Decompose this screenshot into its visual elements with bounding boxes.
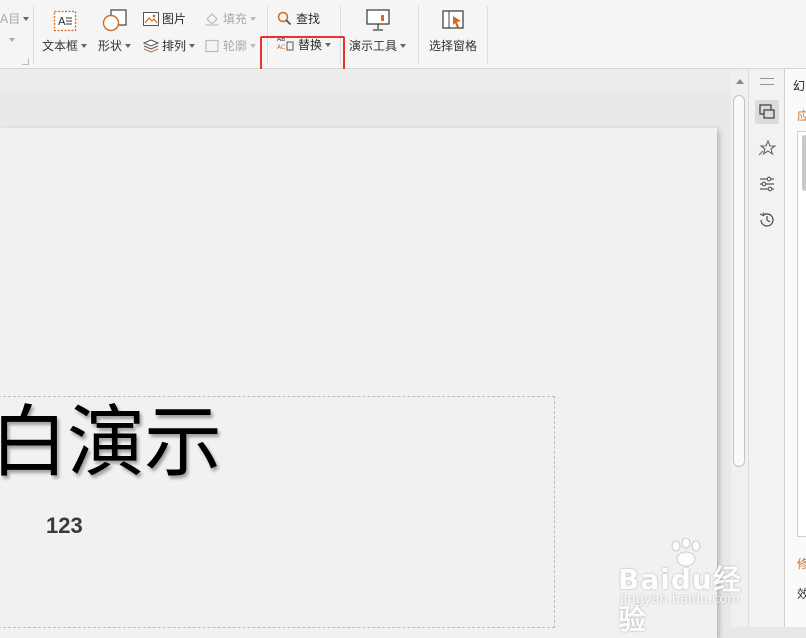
shape-label: 形状 [98, 39, 123, 53]
scrollbar-thumb[interactable] [733, 95, 745, 467]
selection-pane-icon [440, 8, 466, 32]
task-pane-scroll-thumb[interactable] [802, 135, 806, 191]
arrange-icon [143, 38, 159, 53]
textbox-button[interactable]: A 文本框 [42, 8, 88, 54]
watermark-url: jingyan.baidu.com [620, 592, 740, 607]
task-pane-title: 幻 [793, 79, 806, 93]
slide-subtitle[interactable]: 123 [46, 513, 83, 539]
task-pane: 幻 应 修 效 [784, 69, 806, 627]
presentation-tools-label: 演示工具 [349, 39, 398, 53]
partial-left-label: A目 [0, 12, 21, 26]
baidu-watermark: Baidu经验 jingyan.baidu.com [618, 538, 768, 636]
shape-button[interactable]: 形状 [98, 8, 132, 54]
task-pane-item: 效 [797, 585, 806, 602]
arrange-label: 排列 [162, 39, 187, 53]
textbox-icon: A [53, 8, 77, 32]
slide-title[interactable]: 白演示 [0, 393, 222, 493]
ribbon-divider [487, 6, 488, 64]
group-launcher-icon[interactable] [22, 58, 29, 65]
textbox-label: 文本框 [42, 39, 79, 53]
presentation-tools-button[interactable]: 演示工具 [349, 8, 407, 54]
chevron-down-icon [250, 43, 257, 48]
selection-pane-button[interactable]: 选择窗格 [429, 8, 477, 54]
settings-sliders-icon[interactable] [755, 172, 779, 196]
partial-left-dropdown[interactable] [6, 38, 15, 42]
shape-icon [101, 8, 129, 32]
ribbon-divider [418, 6, 419, 64]
ribbon-toolbar: A目 A 文本框 形状 图片 排列 填充 轮廓 查找 AB AC 替换 演示工具… [0, 0, 806, 69]
outline-icon [204, 39, 220, 53]
fill-icon [204, 12, 220, 26]
slide-switch-icon[interactable] [755, 100, 779, 124]
history-icon[interactable] [755, 208, 779, 232]
search-icon [277, 11, 292, 26]
animation-icon[interactable] [755, 136, 779, 160]
chevron-down-icon [250, 16, 257, 21]
svg-text:A: A [58, 15, 66, 28]
chevron-down-icon [81, 43, 88, 48]
picture-button[interactable]: 图片 [143, 10, 186, 27]
chevron-down-icon [400, 43, 407, 48]
canvas-header [0, 69, 731, 93]
outline-button[interactable]: 轮廓 [204, 37, 257, 54]
scroll-up-icon[interactable] [736, 79, 744, 84]
task-pane-section-modify: 修 [797, 555, 806, 572]
task-pane-list[interactable] [797, 131, 806, 537]
partial-left-button[interactable]: A目 [0, 10, 30, 27]
fill-button[interactable]: 填充 [204, 10, 257, 27]
find-button[interactable]: 查找 [277, 10, 320, 27]
presentation-tools-icon [365, 8, 391, 32]
ribbon-divider [33, 6, 34, 64]
outline-label: 轮廓 [223, 39, 248, 53]
selection-pane-label: 选择窗格 [429, 39, 478, 53]
chevron-down-icon [189, 43, 196, 48]
arrange-button[interactable]: 排列 [143, 37, 196, 54]
task-pane-section-apply: 应 [797, 107, 806, 124]
picture-icon [143, 11, 159, 26]
grip-icon[interactable] [760, 78, 774, 85]
find-label: 查找 [296, 12, 321, 26]
chevron-down-icon [125, 43, 132, 48]
fill-label: 填充 [223, 12, 248, 26]
slide[interactable]: 白演示 123 [0, 128, 717, 638]
picture-label: 图片 [162, 12, 187, 26]
